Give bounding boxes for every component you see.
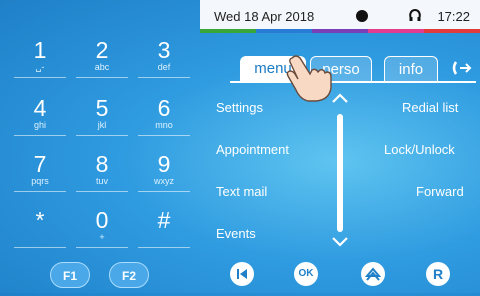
ok-button[interactable]: OK <box>294 262 318 286</box>
record-icon <box>356 10 368 22</box>
key-digit: 2 <box>95 37 109 63</box>
key-digit: 7 <box>33 151 47 177</box>
pointer-hand-icon <box>282 52 334 109</box>
key-letters: ␣- <box>35 62 45 72</box>
key-hash[interactable]: # <box>138 207 190 248</box>
key-digit: 8 <box>95 151 109 177</box>
f2-button[interactable]: F2 <box>109 262 149 288</box>
key-digit: # <box>157 207 171 233</box>
menu-redial-list[interactable]: Redial list <box>402 100 458 115</box>
key-digit: 6 <box>157 95 171 121</box>
key-5[interactable]: 5 jkl <box>76 95 128 136</box>
menu-appointment[interactable]: Appointment <box>216 142 289 157</box>
dial-keypad: 1 ␣- 2 abc 3 def 4 ghi 5 jkl 6 mno 7 pqrs 8 tuv … <box>4 0 200 293</box>
key-3[interactable]: 3 def <box>138 37 190 78</box>
key-letters: jkl <box>97 120 107 130</box>
key-letters: tuv <box>95 176 108 186</box>
key-0[interactable]: 0 + <box>76 207 128 248</box>
key-1[interactable]: 1 ␣- <box>14 37 66 78</box>
scrollbar[interactable] <box>337 114 343 232</box>
key-digit: 0 <box>95 207 109 233</box>
skip-back-icon <box>237 269 247 279</box>
key-letters: wxyz <box>154 176 174 186</box>
key-digit: 5 <box>95 95 109 121</box>
key-digit: 3 <box>157 37 171 63</box>
tab-info[interactable]: info <box>384 56 438 82</box>
menu-forward[interactable]: Forward <box>416 184 464 199</box>
key-digit: 4 <box>33 95 47 121</box>
chevron-down-icon[interactable] <box>331 232 349 253</box>
key-letters: def <box>157 62 171 72</box>
key-letters: pqrs <box>31 176 49 186</box>
key-2[interactable]: 2 abc <box>76 37 128 78</box>
status-bar: Wed 18 Apr 2018 17:22 <box>200 0 480 32</box>
home-icon <box>364 267 382 281</box>
handset-icon <box>408 8 422 27</box>
back-button[interactable] <box>230 262 254 286</box>
key-letters: mno <box>155 120 173 130</box>
key-digit: * <box>35 207 45 233</box>
redial-button[interactable]: R <box>426 262 450 286</box>
status-color-stripes <box>200 29 480 33</box>
tab-underline <box>230 81 476 83</box>
status-time: 17:22 <box>437 9 470 24</box>
key-star[interactable]: * <box>14 207 66 248</box>
key-9[interactable]: 9 wxyz <box>138 151 190 192</box>
f1-button[interactable]: F1 <box>50 262 90 288</box>
key-letters: + <box>99 232 105 242</box>
key-letters: ghi <box>33 120 46 130</box>
key-digit: 1 <box>33 37 47 63</box>
key-6[interactable]: 6 mno <box>138 95 190 136</box>
home-button[interactable] <box>361 262 385 286</box>
key-4[interactable]: 4 ghi <box>14 95 66 136</box>
menu-lock-unlock[interactable]: Lock/Unlock <box>384 142 455 157</box>
menu-settings[interactable]: Settings <box>216 100 263 115</box>
menu-text-mail[interactable]: Text mail <box>216 184 267 199</box>
key-7[interactable]: 7 pqrs <box>14 151 66 192</box>
key-8[interactable]: 8 tuv <box>76 151 128 192</box>
menu-events[interactable]: Events <box>216 226 256 241</box>
status-date: Wed 18 Apr 2018 <box>214 9 315 24</box>
phone-screen: 1 ␣- 2 abc 3 def 4 ghi 5 jkl 6 mno 7 pqrs 8 tuv … <box>0 0 480 293</box>
key-digit: 9 <box>157 151 171 177</box>
call-transfer-icon[interactable] <box>450 58 472 83</box>
key-letters: abc <box>94 62 110 72</box>
